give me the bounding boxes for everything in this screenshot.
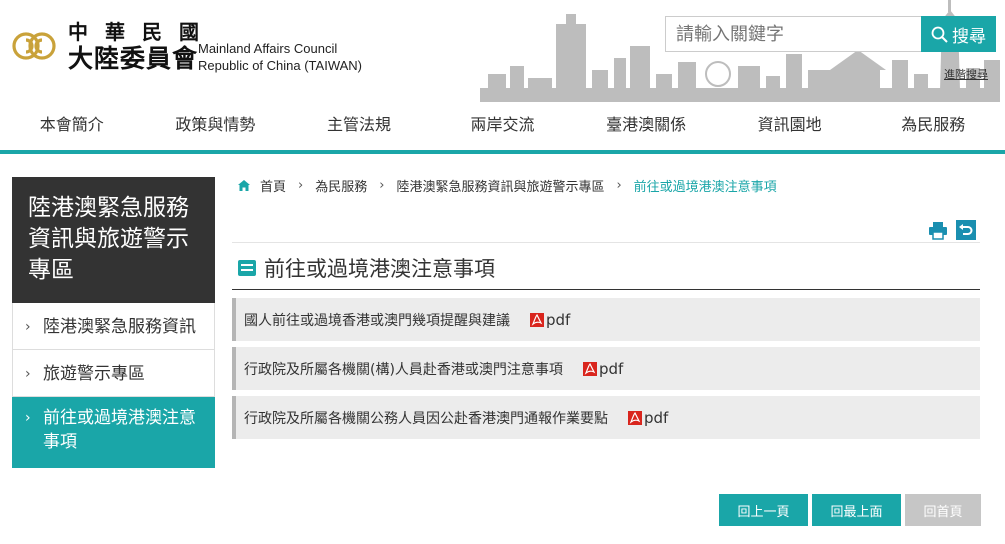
breadcrumb-current: 前往或過境港澳注意事項 (633, 180, 777, 195)
list-icon (238, 260, 256, 276)
org-name-english-line1: Mainland Affairs Council (198, 41, 338, 56)
org-name-line1: 中華民國 (68, 20, 216, 44)
page-tools (928, 220, 976, 240)
sidebar-item-travel-alert[interactable]: › 旅遊警示專區 (12, 350, 215, 397)
header: 中華民國 大陸委員會 Mainland Affairs Council Repu… (0, 0, 1005, 102)
document-title[interactable]: 國人前往或過境香港或澳門幾項提醒與建議 (244, 310, 510, 330)
nav-item-about[interactable]: 本會簡介 (0, 102, 144, 150)
pdf-download-link[interactable]: pdf (530, 311, 570, 329)
bottom-navigation: 回上一頁 回最上面 回首頁 (719, 494, 981, 526)
pdf-label: pdf (598, 359, 624, 378)
page-title: 前往或過境港澳注意事項 (238, 253, 495, 283)
pdf-label: pdf (644, 408, 669, 427)
list-item[interactable]: 行政院及所屬各機關(構)人員赴香港或澳門注意事項 pdf (232, 347, 980, 390)
divider (232, 242, 980, 243)
org-name-english-line2: Republic of China (TAIWAN) (198, 58, 362, 73)
list-item[interactable]: 行政院及所屬各機關公務人員因公赴香港澳門通報作業要點 pdf (232, 396, 980, 439)
breadcrumb-zone[interactable]: 陸港澳緊急服務資訊與旅遊警示專區 (396, 176, 604, 195)
document-title[interactable]: 行政院及所屬各機關公務人員因公赴香港澳門通報作業要點 (244, 408, 608, 428)
advanced-search-link[interactable]: 進階搜尋 (944, 66, 988, 82)
org-name-line2: 大陸委員會 (68, 44, 199, 73)
mac-logo-icon[interactable] (8, 24, 60, 68)
home-icon[interactable] (238, 180, 250, 191)
pdf-label: pdf (546, 310, 571, 329)
sidebar: 陸港澳緊急服務資訊與旅遊警示專區 › 陸港澳緊急服務資訊 › 旅遊警示專區 › … (12, 177, 215, 468)
nav-item-hk-macao[interactable]: 臺港澳關係 (574, 102, 718, 150)
document-title[interactable]: 行政院及所屬各機關(構)人員赴香港或澳門注意事項 (244, 359, 563, 379)
pdf-download-link[interactable]: pdf (582, 359, 624, 378)
sidebar-item-label: 前往或過境港澳注意事項 (43, 408, 196, 452)
home-button[interactable]: 回首頁 (905, 494, 981, 526)
search-button-label: 搜尋 (952, 26, 986, 47)
breadcrumb-home[interactable]: 首頁 (260, 176, 286, 195)
list-item[interactable]: 國人前往或過境香港或澳門幾項提醒與建議 pdf (232, 298, 980, 341)
nav-item-info[interactable]: 資訊園地 (718, 102, 862, 150)
back-to-top-button[interactable]: 回最上面 (812, 494, 901, 526)
pdf-icon (628, 410, 642, 425)
back-return-icon[interactable] (956, 220, 976, 240)
breadcrumb: 首頁 › 為民服務 › 陸港澳緊急服務資訊與旅遊警示專區 › 前往或過境港澳注意… (238, 176, 777, 195)
pdf-icon (582, 361, 597, 376)
chevron-right-icon: › (25, 366, 31, 382)
org-name-english: Mainland Affairs Council Republic of Chi… (198, 40, 362, 74)
pdf-download-link[interactable]: pdf (628, 409, 668, 427)
breadcrumb-separator: › (298, 178, 304, 193)
nav-divider (0, 150, 1005, 154)
nav-item-cross-strait[interactable]: 兩岸交流 (431, 102, 575, 150)
sidebar-item-hk-macao-notice[interactable]: › 前往或過境港澳注意事項 (12, 397, 215, 468)
search-button[interactable]: 搜尋 (921, 16, 996, 52)
nav-item-services[interactable]: 為民服務 (861, 102, 1005, 150)
org-name-chinese[interactable]: 中華民國 大陸委員會 (68, 20, 216, 74)
sidebar-item-label: 旅遊警示專區 (43, 364, 145, 384)
back-button[interactable]: 回上一頁 (719, 494, 808, 526)
search-icon (931, 26, 948, 43)
nav-item-regulations[interactable]: 主管法規 (287, 102, 431, 150)
chevron-right-icon: › (25, 319, 31, 335)
page: 中華民國 大陸委員會 Mainland Affairs Council Repu… (0, 0, 1005, 544)
page-title-text: 前往或過境港澳注意事項 (264, 257, 495, 281)
document-list: 國人前往或過境香港或澳門幾項提醒與建議 pdf 行政院及所屬各機關(構)人員赴香… (232, 298, 980, 445)
title-underline (232, 289, 980, 290)
main-nav: 本會簡介 政策與情勢 主管法規 兩岸交流 臺港澳關係 資訊園地 為民服務 (0, 102, 1005, 150)
breadcrumb-separator: › (379, 178, 385, 193)
search-input[interactable] (665, 16, 921, 52)
chevron-right-icon: › (25, 410, 31, 426)
print-icon[interactable] (928, 220, 948, 240)
sidebar-item-emergency-info[interactable]: › 陸港澳緊急服務資訊 (12, 303, 215, 350)
breadcrumb-services[interactable]: 為民服務 (315, 176, 367, 195)
nav-item-policy[interactable]: 政策與情勢 (144, 102, 288, 150)
sidebar-item-label: 陸港澳緊急服務資訊 (43, 317, 196, 337)
sidebar-title: 陸港澳緊急服務資訊與旅遊警示專區 (12, 177, 215, 303)
breadcrumb-separator: › (616, 178, 622, 193)
pdf-icon (530, 312, 544, 327)
